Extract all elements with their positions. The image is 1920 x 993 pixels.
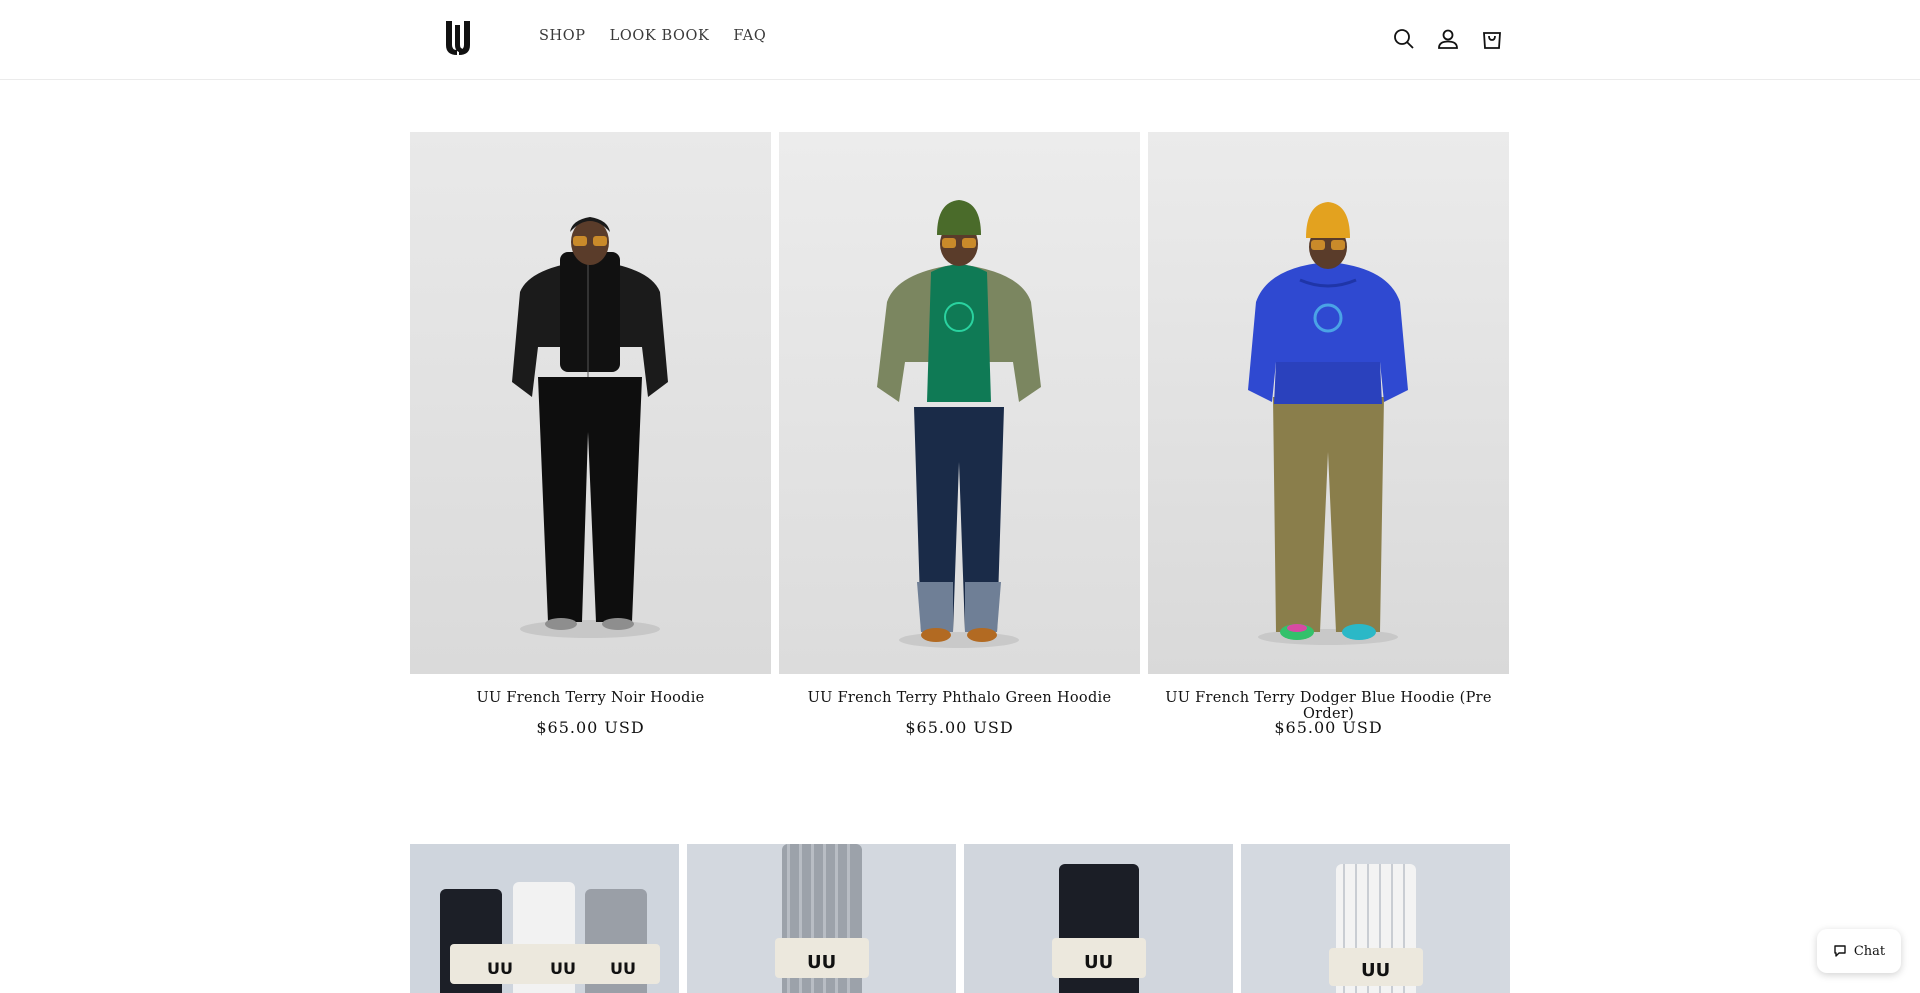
search-icon[interactable] [1392,27,1416,51]
product-image-socks-grey[interactable]: UU [687,844,956,993]
product-title[interactable]: UU French Terry Noir Hoodie [410,690,771,710]
product-image-socks-white[interactable]: UU [1241,844,1510,993]
site-header: SHOP LOOK BOOK FAQ [0,0,1920,80]
chat-bubble-icon [1834,945,1846,957]
product-image[interactable] [1148,132,1509,674]
brand-logo[interactable] [444,19,474,57]
svg-text:UU: UU [807,952,836,973]
product-image[interactable] [779,132,1140,674]
product-card[interactable]: UU French Terry Noir Hoodie $65.00 USD [410,132,771,737]
svg-text:UU: UU [1084,952,1113,973]
main-nav: SHOP LOOK BOOK FAQ [539,28,790,44]
product-image-socks-black[interactable]: UU [964,844,1233,993]
chat-label: Chat [1853,943,1886,959]
cart-icon[interactable] [1480,27,1504,51]
chat-button[interactable]: Chat [1817,929,1901,973]
product-price: $65.00 USD [1274,718,1383,737]
nav-shop[interactable]: SHOP [539,28,586,44]
svg-text:UU: UU [610,959,636,978]
product-price: $65.00 USD [905,718,1014,737]
svg-text:UU: UU [1361,960,1390,981]
product-card[interactable]: UU French Terry Phthalo Green Hoodie $65… [779,132,1140,737]
product-image-socks-trio[interactable]: UU UU UU [410,844,679,993]
product-card[interactable]: UU French Terry Dodger Blue Hoodie (Pre … [1148,132,1509,737]
product-title[interactable]: UU French Terry Phthalo Green Hoodie [779,690,1140,710]
svg-text:UU: UU [550,959,576,978]
nav-look-book[interactable]: LOOK BOOK [610,28,710,44]
product-price: $65.00 USD [536,718,645,737]
nav-faq[interactable]: FAQ [733,28,766,44]
svg-text:UU: UU [487,959,513,978]
product-title[interactable]: UU French Terry Dodger Blue Hoodie (Pre … [1148,690,1509,722]
account-icon[interactable] [1436,27,1460,51]
product-image[interactable] [410,132,771,674]
